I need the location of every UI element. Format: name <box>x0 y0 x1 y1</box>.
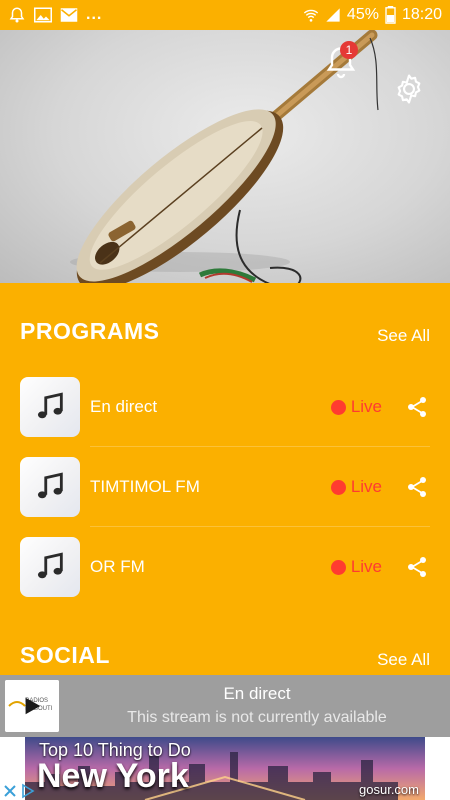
live-dot-icon <box>330 479 346 495</box>
notification-bell-icon <box>8 6 26 24</box>
program-name: OR FM <box>90 557 145 576</box>
program-thumbnail <box>20 377 80 437</box>
row-divider <box>90 446 430 447</box>
program-row[interactable]: OR FM Live <box>20 536 430 598</box>
ad-title: New York <box>37 757 189 795</box>
live-indicator: Live <box>330 557 382 577</box>
hero-image: 1 <box>0 30 450 283</box>
live-indicator: Live <box>330 477 382 497</box>
social-title: SOCIAL <box>20 642 110 668</box>
live-dot-icon <box>330 559 346 575</box>
program-thumbnail <box>20 537 80 597</box>
settings-gear-icon[interactable] <box>392 72 426 106</box>
status-overflow: ... <box>86 6 103 23</box>
share-icon <box>408 557 426 577</box>
battery-percent: 45% <box>346 6 379 23</box>
live-indicator: Live <box>330 397 382 417</box>
share-button[interactable] <box>404 554 430 580</box>
live-dot-icon <box>330 399 346 415</box>
program-row[interactable]: TIMTIMOL FM Live <box>20 456 430 518</box>
now-playing-bar[interactable]: RADIOS DJIBOUTI En direct This stream is… <box>0 675 450 737</box>
ad-banner[interactable]: Top 10 Thing to Do New York gosur.com <box>25 737 425 800</box>
wifi-icon <box>303 7 319 23</box>
program-row[interactable]: En direct Live <box>20 376 430 438</box>
player-title: En direct <box>223 684 291 703</box>
programs-see-all-link[interactable]: See All <box>377 326 430 346</box>
share-icon <box>408 477 426 497</box>
ad-domain: gosur.com <box>359 782 419 797</box>
live-label: Live <box>350 557 382 576</box>
status-bar: ... 45% 18:20 <box>0 0 450 30</box>
row-divider <box>90 526 430 527</box>
player-thumbnail: RADIOS DJIBOUTI <box>5 680 59 732</box>
ad-banner-container[interactable]: Top 10 Thing to Do New York gosur.com <box>0 737 450 800</box>
program-name: TIMTIMOL FM <box>90 477 200 496</box>
program-thumbnail <box>20 457 80 517</box>
social-see-all-link[interactable]: See All <box>377 650 430 670</box>
ad-left-margin <box>0 737 25 783</box>
share-icon <box>408 397 426 417</box>
ad-right-margin <box>425 737 450 800</box>
music-note-icon <box>37 472 63 499</box>
email-icon <box>60 7 78 23</box>
play-icon[interactable] <box>21 695 43 717</box>
status-right: 45% 18:20 <box>303 6 442 24</box>
image-icon <box>34 7 52 23</box>
program-name: En direct <box>90 397 158 416</box>
music-note-icon <box>37 392 63 419</box>
share-button[interactable] <box>404 474 430 500</box>
ad-close-icon[interactable] <box>2 783 20 800</box>
share-button[interactable] <box>404 394 430 420</box>
clock: 18:20 <box>401 6 442 23</box>
programs-title: PROGRAMS <box>20 318 160 344</box>
live-label: Live <box>350 477 382 496</box>
notification-count-badge: 1 <box>340 41 358 59</box>
status-left: ... <box>8 6 102 24</box>
instrument-illustration <box>70 30 379 283</box>
battery-icon <box>385 6 396 24</box>
player-status-message: This stream is not currently available <box>127 709 387 726</box>
ad-choices-icon[interactable] <box>20 783 38 800</box>
live-label: Live <box>350 397 382 416</box>
signal-icon <box>325 7 341 23</box>
music-note-icon <box>37 552 63 579</box>
